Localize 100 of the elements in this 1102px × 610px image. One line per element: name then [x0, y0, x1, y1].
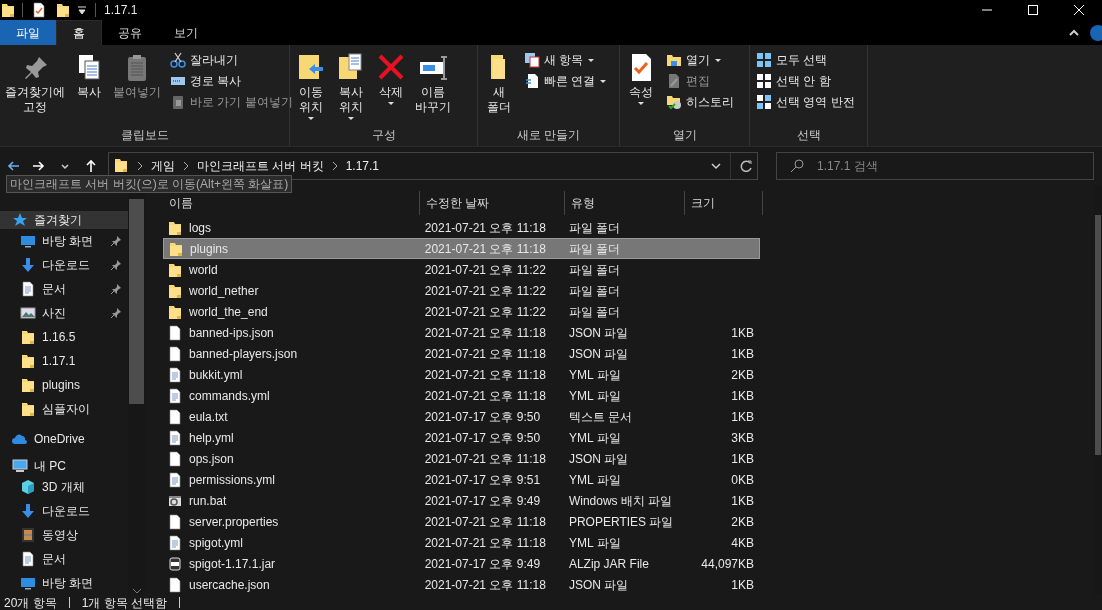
- table-cell: 3KB: [731, 430, 754, 445]
- ribbon-tab[interactable]: 공유: [102, 20, 158, 45]
- sidebar-item[interactable]: 동영상: [0, 523, 128, 547]
- table-cell-text: 2021-07-21 오후 11:22: [423, 303, 547, 321]
- file-row[interactable]: commands.yml 2021-07-21 오후 11:18 YML 파일 1KB: [163, 385, 760, 406]
- file-row[interactable]: usercache.json 2021-07-21 오후 11:18 JSON 파일 1KB: [163, 574, 760, 595]
- table-cell: 0KB: [731, 472, 754, 487]
- file-row[interactable]: plugins 2021-07-21 오후 11:18 파일 폴더: [163, 238, 760, 259]
- sidebar-item[interactable]: plugins: [0, 373, 128, 398]
- table-cell-text: ALZip JAR File: [567, 555, 650, 573]
- group-label: 선택: [795, 127, 822, 144]
- table-cell-text: 텍스트 문서: [567, 408, 634, 426]
- file-name: ops.json: [189, 450, 234, 468]
- ribbon-button[interactable]: 새 항목: [524, 51, 608, 69]
- ribbon-button[interactable]: 선택 영역 반전: [756, 93, 855, 111]
- sidebar-item[interactable]: 다운로드: [0, 499, 128, 523]
- file-row[interactable]: spigot-1.17.1.jar 2021-07-17 오후 9:49 ALZip JAR File 44,097KB: [163, 553, 760, 574]
- file-row[interactable]: ops.json 2021-07-21 오후 11:18 JSON 파일 1KB: [163, 448, 760, 469]
- group-label: 클립보드: [119, 127, 170, 144]
- ribbon-button[interactable]: 복사 위치: [332, 51, 370, 126]
- ribbon-button[interactable]: 이름 바꾸기: [412, 51, 454, 126]
- table-cell: 1KB: [731, 493, 754, 508]
- ribbon-tab[interactable]: 홈: [56, 20, 102, 45]
- table-cell-text: YML 파일: [567, 429, 622, 447]
- file-row[interactable]: bukkit.yml 2021-07-21 오후 11:18 YML 파일 2KB: [163, 364, 760, 385]
- column-header[interactable]: 수정한 날짜: [420, 191, 565, 215]
- table-cell-text: JSON 파일: [567, 576, 630, 594]
- table-cell-text: YML 파일: [567, 471, 622, 489]
- sidebar-item[interactable]: 다운로드: [0, 253, 128, 278]
- ribbon-button[interactable]: 선택 안 함: [756, 72, 855, 90]
- ribbon-button[interactable]: 잘라내기: [170, 51, 293, 69]
- ribbon-button[interactable]: 새 폴더: [480, 51, 518, 126]
- ribbon-button[interactable]: 삭제: [372, 51, 410, 126]
- table-cell-text: 2021-07-21 오후 11:18: [423, 534, 547, 552]
- table-cell: 2KB: [731, 367, 754, 382]
- file-name: server.properties: [189, 513, 279, 531]
- search-field[interactable]: 1.17.1 검색: [776, 152, 1094, 180]
- breadcrumb-item[interactable]: 게임: [151, 157, 175, 175]
- column-header[interactable]: 크기: [685, 191, 763, 215]
- file-row[interactable]: banned-ips.json 2021-07-21 오후 11:18 JSON 파일 1KB: [163, 322, 760, 343]
- sidebar-item[interactable]: 문서: [0, 547, 128, 571]
- sidebar-item[interactable]: 1.17.1: [0, 349, 128, 374]
- file-name: bukkit.yml: [189, 366, 243, 384]
- ribbon-button[interactable]: 모두 선택: [756, 51, 855, 69]
- sidebar-item[interactable]: 사진: [0, 301, 128, 326]
- sidebar-item[interactable]: 내 PC: [0, 456, 128, 475]
- file-menu-tab[interactable]: 파일: [0, 20, 56, 45]
- file-row[interactable]: world_the_end 2021-07-21 오후 11:22 파일 폴더: [163, 301, 760, 322]
- ribbon-button[interactable]: 이동 위치: [292, 51, 330, 126]
- file-row[interactable]: logs 2021-07-21 오후 11:18 파일 폴더: [163, 217, 760, 238]
- sidebar-item[interactable]: 즐겨찾기: [0, 211, 128, 230]
- table-cell-text: 파일 폴더: [567, 261, 622, 279]
- table-cell-text: 2021-07-21 오후 11:18: [423, 324, 547, 342]
- table-cell: 2KB: [731, 514, 754, 529]
- file-name: banned-players.json: [189, 345, 298, 363]
- file-name: banned-ips.json: [189, 324, 274, 342]
- file-name: usercache.json: [189, 576, 270, 594]
- file-row[interactable]: help.yml 2021-07-17 오후 9:50 YML 파일 3KB: [163, 427, 760, 448]
- table-cell: 4KB: [731, 535, 754, 550]
- ribbon-button[interactable]: 경로 복사: [170, 72, 293, 90]
- breadcrumb-item[interactable]: 마인크래프트 서버 버킷: [197, 157, 324, 175]
- sidebar-item[interactable]: 바탕 화면: [0, 571, 128, 595]
- ribbon-button[interactable]: 속성: [622, 51, 660, 126]
- ribbon-button[interactable]: 즐겨찾기에 고정: [2, 51, 68, 126]
- sidebar-item[interactable]: 3D 개체: [0, 475, 128, 499]
- file-name: logs: [189, 219, 211, 237]
- breadcrumb-item[interactable]: 1.17.1: [345, 157, 380, 175]
- ribbon-button[interactable]: 히스토리: [666, 93, 734, 111]
- ribbon-button[interactable]: 열기: [666, 51, 734, 69]
- table-cell-text: 2021-07-21 오후 11:22: [423, 282, 547, 300]
- table-cell-text: JSON 파일: [567, 450, 630, 468]
- file-row[interactable]: server.properties 2021-07-21 오후 11:18 PROPERTIES 파일 2KB: [163, 511, 760, 532]
- file-row[interactable]: eula.txt 2021-07-17 오후 9:50 텍스트 문서 1KB: [163, 406, 760, 427]
- file-row[interactable]: spigot.yml 2021-07-21 오후 11:18 YML 파일 4KB: [163, 532, 760, 553]
- sidebar-item[interactable]: OneDrive: [0, 429, 128, 449]
- ribbon-tab[interactable]: 보기: [158, 20, 214, 45]
- file-name: permissions.yml: [189, 471, 275, 489]
- file-row[interactable]: permissions.yml 2021-07-17 오후 9:51 YML 파일 0KB: [163, 469, 760, 490]
- ribbon-button[interactable]: 복사: [70, 51, 108, 126]
- table-cell-text: 2021-07-21 오후 11:18: [423, 513, 547, 531]
- sidebar-item[interactable]: 1.16.5: [0, 325, 128, 350]
- sidebar-item[interactable]: 문서: [0, 277, 128, 302]
- file-row[interactable]: banned-players.json 2021-07-21 오후 11:18 JSON 파일 1KB: [163, 343, 760, 364]
- table-cell-text: 2021-07-21 오후 11:18: [423, 366, 547, 384]
- table-cell: 1KB: [731, 388, 754, 403]
- table-cell-text: 2021-07-21 오후 11:18: [423, 387, 547, 405]
- sidebar-item[interactable]: 심플자이: [0, 397, 128, 422]
- column-header[interactable]: 유형: [565, 191, 685, 215]
- group-label: 새로 만들기: [515, 127, 582, 144]
- status-text: 20개 항목: [4, 594, 57, 610]
- file-row[interactable]: world 2021-07-21 오후 11:22 파일 폴더: [163, 259, 760, 280]
- file-row[interactable]: run.bat 2021-07-17 오후 9:49 Windows 배치 파일 1KB: [163, 490, 760, 511]
- address-bar[interactable]: 게임 마인크래프트 서버 버킷 1.17.1: [108, 152, 758, 180]
- tooltip: 마인크래프트 서버 버킷(으)로 이동(Alt+왼쪽 화살표): [6, 175, 293, 193]
- ribbon-button[interactable]: 빠른 연결: [524, 72, 608, 90]
- file-name: run.bat: [189, 492, 227, 510]
- sidebar-item[interactable]: 바탕 화면: [0, 229, 128, 254]
- table-cell: 1KB: [731, 451, 754, 466]
- file-row[interactable]: world_nether 2021-07-21 오후 11:22 파일 폴더: [163, 280, 760, 301]
- table-cell-text: 2021-07-21 오후 11:18: [423, 450, 547, 468]
